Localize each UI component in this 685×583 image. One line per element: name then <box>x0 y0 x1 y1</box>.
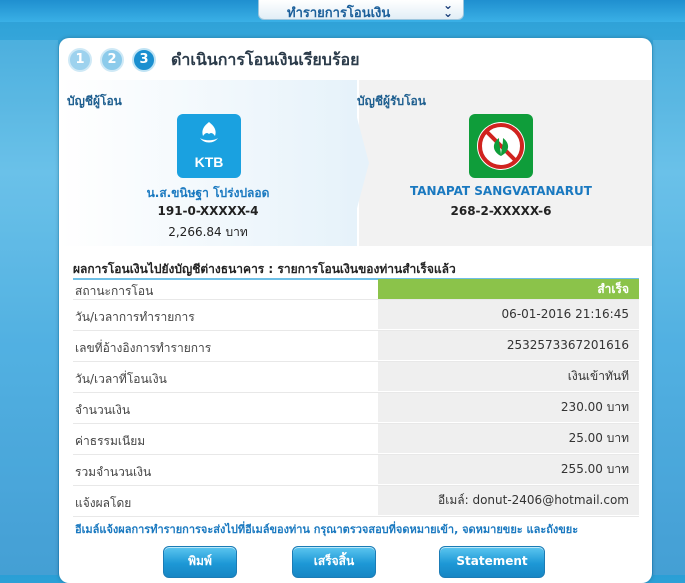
destination-account-label: บัญชีผู้รับโอน <box>357 94 426 108</box>
transfer-result-card: 1 2 3 ดำเนินการโอนเงินเรียบร้อย บัญชีผู้… <box>59 38 652 583</box>
row-value: เงินเข้าทันที <box>378 362 639 391</box>
table-row: เลขที่อ้างอิงการทำรายการ 253257336720161… <box>73 331 639 362</box>
step-2: 2 <box>100 48 124 72</box>
dropdown-label: ทำรายการโอนเงิน <box>287 6 391 21</box>
row-value: อีเมล์: donut-2406@hotmail.com <box>378 486 639 515</box>
step-3-current: 3 <box>132 48 156 72</box>
source-account-label: บัญชีผู้โอน <box>67 94 122 108</box>
row-value: 06-01-2016 21:16:45 <box>378 300 639 329</box>
row-value: 255.00 บาท <box>378 455 639 484</box>
row-label: วัน/เวลาที่โอนเงิน <box>75 372 167 386</box>
row-value: 230.00 บาท <box>378 393 639 422</box>
row-label: รวมจำนวนเงิน <box>75 465 152 479</box>
finish-button[interactable]: เสร็จสิ้น <box>292 546 376 578</box>
row-label: เลขที่อ้างอิงการทำรายการ <box>75 341 212 355</box>
row-label: แจ้งผลโดย <box>75 496 132 510</box>
page-title: ดำเนินการโอนเงินเรียบร้อย <box>171 50 360 69</box>
row-label: จำนวนเงิน <box>75 403 131 417</box>
status-badge: สำเร็จ <box>378 279 639 299</box>
table-row: สถานะการโอน สำเร็จ <box>73 279 639 300</box>
result-table: สถานะการโอน สำเร็จ วัน/เวลาการทำรายการ 0… <box>73 279 639 517</box>
kbank-leaf-icon <box>478 123 524 169</box>
kbank-logo-inner <box>477 122 525 170</box>
statement-button[interactable]: Statement <box>439 546 545 578</box>
background-panel-right <box>653 40 685 575</box>
ktb-logo-text: KTB <box>194 154 224 170</box>
result-heading: ผลการโอนเงินไปยังบัญชีต่างธนาคาร : รายกา… <box>73 260 639 280</box>
print-button[interactable]: พิมพ์ <box>163 546 237 578</box>
background-panel-left <box>0 40 58 575</box>
row-value: 25.00 บาท <box>378 424 639 453</box>
row-label: ค่าธรรมเนียม <box>75 434 146 448</box>
step-1: 1 <box>68 48 92 72</box>
row-value: 2532573367201616 <box>378 331 639 360</box>
row-label: วัน/เวลาการทำรายการ <box>75 310 195 324</box>
table-row: วัน/เวลาการทำรายการ 06-01-2016 21:16:45 <box>73 300 639 331</box>
ktb-bank-logo: KTB <box>177 114 241 178</box>
sender-name: น.ส.ขนิษฐา โปร่งปลอด <box>146 186 270 200</box>
table-row: ค่าธรรมเนียม 25.00 บาท <box>73 424 639 455</box>
recipient-account-number: 268-2-XXXXX-6 <box>450 204 552 218</box>
ktb-bird-icon <box>200 122 218 143</box>
row-label: สถานะการโอน <box>75 284 154 298</box>
email-notice: อีเมล์แจ้งผลการทำรายการจะส่งไปที่อีเมล์ข… <box>75 523 579 536</box>
table-row: รวมจำนวนเงิน 255.00 บาท <box>73 455 639 486</box>
table-row: แจ้งผลโดย อีเมล์: donut-2406@hotmail.com <box>73 486 639 517</box>
table-row: วัน/เวลาที่โอนเงิน เงินเข้าทันที <box>73 362 639 393</box>
sender-account-number: 191-0-XXXXX-4 <box>157 204 259 218</box>
table-row: จำนวนเงิน 230.00 บาท <box>73 393 639 424</box>
double-chevron-down-icon[interactable]: ⌄ ⌄ <box>443 0 453 19</box>
sender-balance: 2,266.84 บาท <box>168 225 248 239</box>
transaction-menu-dropdown[interactable]: ทำรายการโอนเงิน ⌄ ⌄ <box>258 0 464 21</box>
kbank-bank-logo <box>469 114 533 178</box>
transfer-summary: บัญชีผู้โอน บัญชีผู้รับโอน KTB น.ส.ขนิษฐ… <box>59 80 652 246</box>
recipient-name: TANAPAT SANGVATANARUT <box>410 184 592 198</box>
